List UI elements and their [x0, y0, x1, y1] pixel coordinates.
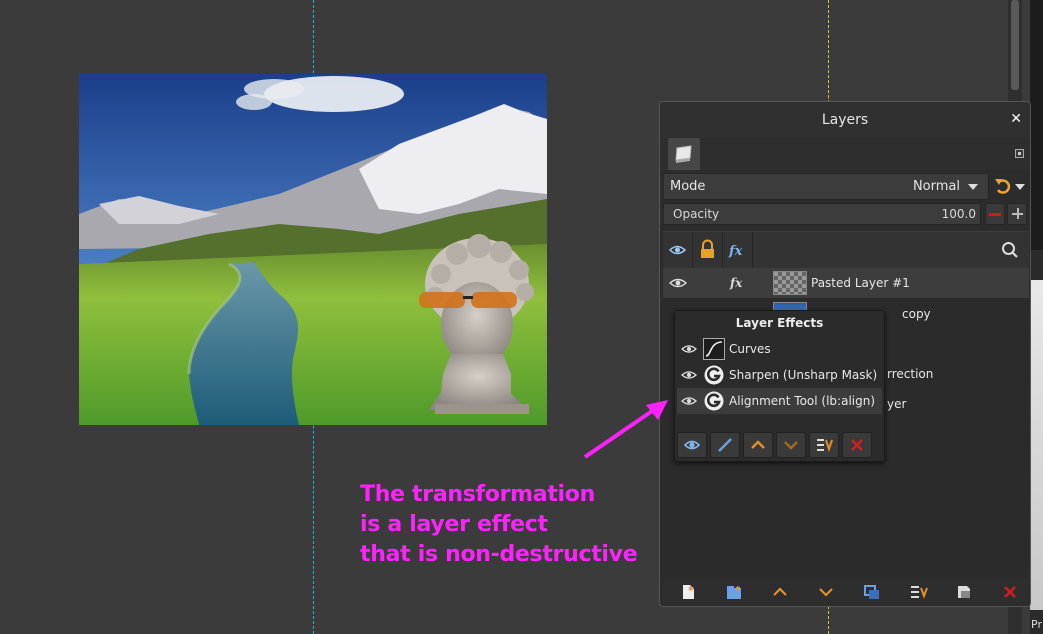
fx-icon: fx — [728, 244, 743, 259]
opacity-value: 100.0 — [941, 207, 976, 221]
layer-name: copy — [902, 307, 931, 321]
canvas-image[interactable] — [79, 74, 547, 425]
layers-dock-title: Layers — [821, 112, 869, 128]
layer-list-header: fx — [663, 231, 1029, 269]
mask-icon[interactable] — [953, 582, 975, 602]
fx-icon[interactable]: fx — [727, 274, 749, 292]
gegl-icon — [703, 364, 725, 386]
annotation-line-2: is a layer effect — [360, 512, 548, 537]
layer-row-pasted-layer[interactable]: fx Pasted Layer #1 — [663, 268, 1029, 298]
raise-icon[interactable] — [743, 432, 773, 458]
gegl-icon — [703, 390, 725, 412]
layer-name: rrection — [887, 367, 934, 381]
merge-down-icon[interactable] — [809, 432, 839, 458]
adjacent-panel-dark — [1030, 0, 1043, 250]
adjacent-panel-strip: Pr — [1030, 0, 1043, 634]
layers-bottom-toolbar: ✱ ✱ — [663, 578, 1029, 606]
close-icon[interactable]: ✕ — [1010, 111, 1022, 127]
mode-switch-button[interactable] — [991, 173, 1029, 200]
effect-name: Curves — [729, 342, 771, 356]
search-icon[interactable] — [1001, 241, 1019, 263]
raise-icon[interactable] — [769, 582, 791, 602]
lower-icon[interactable] — [776, 432, 806, 458]
scrollbar-thumb[interactable] — [1011, 0, 1019, 90]
svg-text:fx: fx — [729, 276, 743, 290]
mode-switch-icon — [995, 179, 1025, 194]
eye-icon[interactable] — [681, 394, 697, 408]
header-effects[interactable]: fx — [723, 232, 753, 268]
adjacent-panel-light — [1030, 280, 1043, 610]
effect-name: Sharpen (Unsharp Mask) — [729, 368, 878, 382]
tab-menu-icon[interactable] — [1015, 149, 1024, 158]
annotation-line-1: The transformation — [360, 482, 595, 507]
svg-text:fx: fx — [728, 244, 743, 259]
landscape-image — [79, 74, 547, 425]
effect-row-sharpen[interactable]: Sharpen (Unsharp Mask) — [677, 362, 882, 388]
delete-icon[interactable] — [999, 582, 1021, 602]
layer-name: yer — [887, 397, 907, 411]
layers-tab[interactable] — [668, 138, 700, 170]
delete-icon[interactable] — [842, 432, 872, 458]
eye-icon[interactable] — [669, 275, 687, 291]
eye-icon[interactable] — [681, 342, 697, 356]
layer-thumbnail — [773, 271, 807, 295]
layers-tab-icon — [675, 145, 692, 163]
anchor-icon[interactable] — [861, 582, 883, 602]
effect-row-alignment[interactable]: Alignment Tool (lb:align) — [677, 388, 882, 414]
header-lock[interactable] — [693, 232, 723, 268]
layer-name: Pasted Layer #1 — [811, 276, 910, 290]
lock-icon — [701, 239, 714, 258]
eye-icon — [668, 245, 687, 255]
opacity-decrease-button[interactable] — [985, 203, 1005, 225]
adjacent-panel-label: Pr — [1031, 618, 1042, 631]
opacity-increase-button[interactable] — [1007, 203, 1027, 225]
mode-dropdown[interactable]: Mode Normal — [663, 173, 989, 200]
layer-effects-popup: Layer Effects Curves Sharpen (Unsharp Ma… — [674, 310, 885, 462]
opacity-label: Opacity — [673, 207, 720, 221]
effect-name: Alignment Tool (lb:align) — [729, 394, 876, 408]
header-visibility[interactable] — [663, 232, 693, 268]
annotation-line-3: that is non-destructive — [360, 542, 638, 567]
effect-row-curves[interactable]: Curves — [677, 336, 882, 362]
merge-icon[interactable] — [907, 582, 929, 602]
lower-icon[interactable] — [815, 582, 837, 602]
layers-dock-title-bar[interactable]: Layers ✕ — [660, 102, 1030, 138]
opacity-slider[interactable]: Opacity 100.0 — [663, 203, 981, 225]
annotation-arrow — [583, 400, 668, 459]
dock-tab-strip — [660, 137, 1030, 170]
eye-icon[interactable] — [681, 368, 697, 382]
svg-text:✱: ✱ — [735, 585, 741, 593]
eye-toggle-icon[interactable] — [677, 432, 707, 458]
layer-effects-toolbar — [677, 432, 882, 458]
chevron-down-icon — [968, 184, 978, 190]
edit-icon[interactable] — [710, 432, 740, 458]
layer-effects-title: Layer Effects — [735, 316, 824, 330]
curves-icon — [703, 338, 725, 360]
mode-label: Mode — [670, 179, 706, 194]
new-layer-icon[interactable]: ✱ — [677, 582, 699, 602]
mode-value: Normal — [912, 179, 960, 194]
svg-text:✱: ✱ — [688, 585, 694, 593]
annotation-text: The transformation is a layer effect tha… — [360, 480, 638, 570]
new-group-icon[interactable]: ✱ — [723, 582, 745, 602]
